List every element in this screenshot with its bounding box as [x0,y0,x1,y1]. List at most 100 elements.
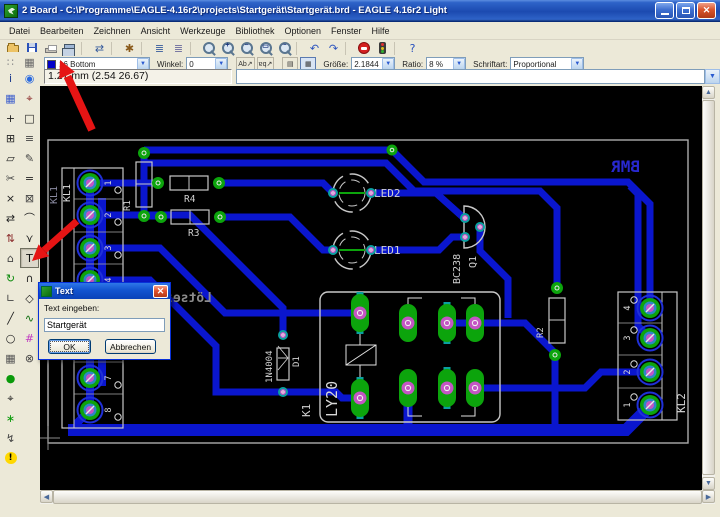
value-tool[interactable]: = [20,168,39,188]
menu-item-optionen[interactable]: Optionen [280,24,327,38]
name-tool[interactable]: ✎ [20,148,39,168]
minimize-button[interactable] [655,2,674,19]
vertical-scroll-thumb[interactable] [702,100,715,475]
menu-item-hilfe[interactable]: Hilfe [367,24,395,38]
dialog-title: Text [55,286,153,296]
scroll-up-button[interactable]: ▲ [702,86,715,99]
delete-tool[interactable]: × [1,188,20,208]
go-button[interactable] [373,41,392,56]
tool-palette: ∷▦ i▦+⊞▱✂×⇄⇅⌂↻∟╱○▦●⌖∗↯! ◉⌖□≡✎=⊠⌒⋎T∩◇∿#⊗ [0,52,40,505]
hole-tool[interactable]: ⌖ [1,388,20,408]
ripup-tool[interactable]: ↯ [1,428,20,448]
errors-icon: ! [5,452,17,464]
horizontal-scrollbar[interactable]: ◀ ▶ [40,490,715,504]
ok-button[interactable]: OK [48,339,91,354]
scroll-down-button[interactable]: ▼ [702,477,715,490]
rect-tool[interactable]: ▦ [1,348,20,368]
horizontal-scroll-thumb[interactable] [53,490,702,504]
rotate-tool[interactable]: ↻ [1,268,20,288]
menu-item-datei[interactable]: Datei [4,24,35,38]
dialog-close-icon[interactable]: ✕ [153,285,168,298]
print-button[interactable] [41,41,60,56]
show-tool[interactable]: ◉ [20,68,39,88]
window-title: 2 Board - C:\Programme\EAGLE-4.16r2\proj… [22,5,655,16]
grid-color-icon: # [25,333,34,344]
split-tool[interactable]: ⋎ [20,228,39,248]
miter-tool[interactable]: ⌒ [20,208,39,228]
menu-item-bearbeiten[interactable]: Bearbeiten [35,24,89,38]
replace-tool[interactable]: ⌂ [1,248,20,268]
mark-tool[interactable]: ⌖ [20,88,39,108]
svg-text:R2: R2 [536,327,546,338]
help-button[interactable]: ? [403,41,422,56]
text-dialog: Text ✕ Text eingeben: OK Abbrechen [38,282,171,360]
menu-item-bibliothek[interactable]: Bibliothek [230,24,279,38]
via-tool[interactable]: ● [1,368,20,388]
change-tool[interactable]: ≡ [20,128,39,148]
ratsnest-tool[interactable]: ∗ [1,408,20,428]
scroll-left-button[interactable]: ◀ [40,490,53,503]
magnifier-icon: + [221,41,235,55]
stop-icon [358,42,370,54]
optimize-tool[interactable]: ∟ [1,288,20,308]
wire-tool[interactable]: ╱ [1,308,20,328]
polygon-tool[interactable]: ◇ [20,288,39,308]
menu-item-zeichnen[interactable]: Zeichnen [89,24,136,38]
info-tool[interactable]: i [1,68,20,88]
zoom-fit-button[interactable] [199,41,218,56]
copy-tool[interactable]: ⊞ [1,128,20,148]
show-icon: ◉ [25,73,35,84]
eagle-window: { "window": { "title": "2 Board - C:\\Pr… [0,0,720,517]
display-tool[interactable]: ▦ [1,88,20,108]
text-tool[interactable]: T [20,248,39,268]
redo-icon: ↷ [329,43,338,54]
move-tool[interactable]: + [1,108,20,128]
zoom-redraw-button[interactable]: ~ [275,41,294,56]
signal-tool[interactable]: ∿ [20,308,39,328]
stop-button[interactable] [354,41,373,56]
group-tool[interactable]: □ [20,108,39,128]
mirror-tool[interactable]: ⇄ [1,208,20,228]
circle-tool[interactable]: ○ [1,328,20,348]
cam-processor-button[interactable] [60,41,79,56]
zoom-select-button[interactable]: ▭ [256,41,275,56]
pinswap-tool[interactable]: ⇅ [1,228,20,248]
svg-text:1: 1 [104,180,114,185]
menu-item-fenster[interactable]: Fenster [326,24,367,38]
run-button[interactable]: ≣ [169,41,188,56]
title-bar: 2 Board - C:\Programme\EAGLE-4.16r2\proj… [0,0,720,22]
zoom-out-button[interactable]: − [237,41,256,56]
command-input[interactable] [236,69,705,84]
paste-tool[interactable]: ▱ [1,148,20,168]
errors-tool[interactable]: ! [1,448,20,468]
split-icon: ⋎ [25,233,33,244]
maximize-button[interactable] [676,2,695,19]
vertical-scrollbar[interactable]: ▲ ▼ [702,86,715,490]
menu-item-ansicht[interactable]: Ansicht [136,24,176,38]
lock-tool[interactable]: ⊗ [20,348,39,368]
cut-tool[interactable]: ✂ [1,168,20,188]
undo-button[interactable]: ↶ [305,41,324,56]
smash-tool[interactable]: ⊠ [20,188,39,208]
toolbar-separator [394,42,401,55]
text-input[interactable] [44,318,165,332]
script-button[interactable]: ≣ [150,41,169,56]
menu-item-werkzeuge[interactable]: Werkzeuge [175,24,230,38]
command-history-dropdown[interactable]: ▼ [705,69,720,84]
pinswap-icon: ⇅ [6,233,15,244]
copy-icon: ⊞ [6,133,15,144]
switch-editor-button[interactable]: ⇄ [90,41,109,56]
zoom-in-button[interactable]: + [218,41,237,56]
arc-tool[interactable]: ∩ [20,268,39,288]
component-r2: R2 [536,298,565,343]
grid-color-tool[interactable]: # [20,328,39,348]
svg-text:1: 1 [623,402,633,407]
replace-icon: ⌂ [7,253,14,264]
run-ulp-button[interactable]: ✱ [120,41,139,56]
svg-text:7: 7 [104,375,114,380]
scroll-right-button[interactable]: ▶ [702,490,715,503]
dialog-title-bar[interactable]: Text ✕ [39,283,170,299]
close-button[interactable]: ✕ [697,2,716,19]
cancel-button[interactable]: Abbrechen [105,339,156,354]
redo-button[interactable]: ↷ [324,41,343,56]
